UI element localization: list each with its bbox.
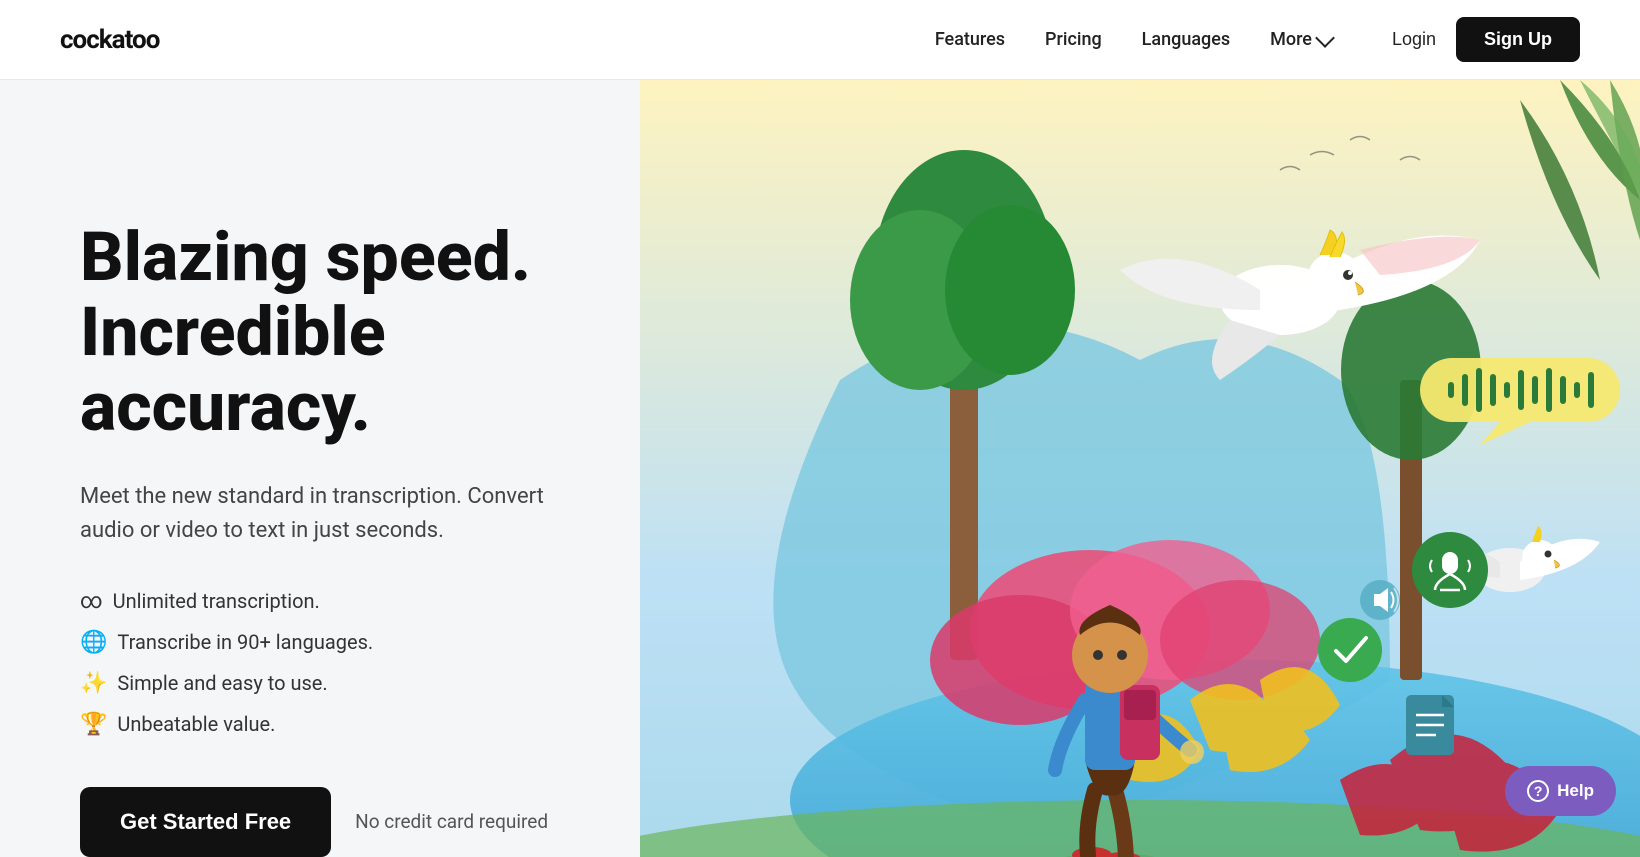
get-started-button[interactable]: Get Started Free bbox=[80, 787, 331, 857]
nav-item-features[interactable]: Features bbox=[935, 29, 1005, 50]
hero-features-list: ∞ Unlimited transcription. 🌐 Transcribe … bbox=[80, 589, 680, 737]
feature-text: Unlimited transcription. bbox=[113, 589, 320, 613]
feature-item-easy: ✨ Simple and easy to use. bbox=[80, 671, 680, 696]
help-icon: ? bbox=[1527, 780, 1549, 802]
feature-text: Simple and easy to use. bbox=[117, 671, 327, 695]
hero-title: Blazing speed. Incredible accuracy. bbox=[80, 220, 680, 444]
signup-button[interactable]: Sign Up bbox=[1456, 17, 1580, 62]
chevron-down-icon bbox=[1315, 28, 1335, 48]
sparkles-icon: ✨ bbox=[80, 671, 107, 696]
feature-item-unlimited: ∞ Unlimited transcription. bbox=[80, 589, 680, 614]
hero-section: Blazing speed. Incredible accuracy. Meet… bbox=[0, 80, 1640, 857]
nav-link-features[interactable]: Features bbox=[935, 29, 1005, 50]
feature-item-languages: 🌐 Transcribe in 90+ languages. bbox=[80, 630, 680, 655]
globe-icon: 🌐 bbox=[80, 630, 107, 655]
help-button[interactable]: ? Help bbox=[1505, 766, 1616, 816]
trophy-icon: 🏆 bbox=[80, 712, 107, 737]
nav-link-more: More bbox=[1270, 29, 1312, 50]
infinity-icon: ∞ bbox=[80, 589, 103, 614]
logo[interactable]: cockatoo bbox=[60, 25, 159, 55]
hero-content: Blazing speed. Incredible accuracy. Meet… bbox=[80, 160, 680, 857]
feature-item-value: 🏆 Unbeatable value. bbox=[80, 712, 680, 737]
nav-item-pricing[interactable]: Pricing bbox=[1045, 29, 1102, 50]
no-credit-note: No credit card required bbox=[355, 810, 548, 833]
nav-item-more[interactable]: More bbox=[1270, 29, 1332, 50]
help-label: Help bbox=[1557, 781, 1594, 801]
nav-actions: Login Sign Up bbox=[1392, 17, 1580, 62]
nav-item-languages[interactable]: Languages bbox=[1142, 29, 1230, 50]
feature-text: Transcribe in 90+ languages. bbox=[117, 630, 373, 654]
login-button[interactable]: Login bbox=[1392, 29, 1436, 50]
hero-cta: Get Started Free No credit card required bbox=[80, 787, 680, 857]
nav-link-languages[interactable]: Languages bbox=[1142, 29, 1230, 50]
nav-links: Features Pricing Languages More bbox=[935, 29, 1332, 50]
feature-text: Unbeatable value. bbox=[117, 712, 275, 736]
navbar: cockatoo Features Pricing Languages More… bbox=[0, 0, 1640, 80]
hero-illustration bbox=[640, 80, 1640, 857]
hero-subtitle: Meet the new standard in transcription. … bbox=[80, 480, 560, 548]
nav-link-pricing[interactable]: Pricing bbox=[1045, 29, 1102, 50]
